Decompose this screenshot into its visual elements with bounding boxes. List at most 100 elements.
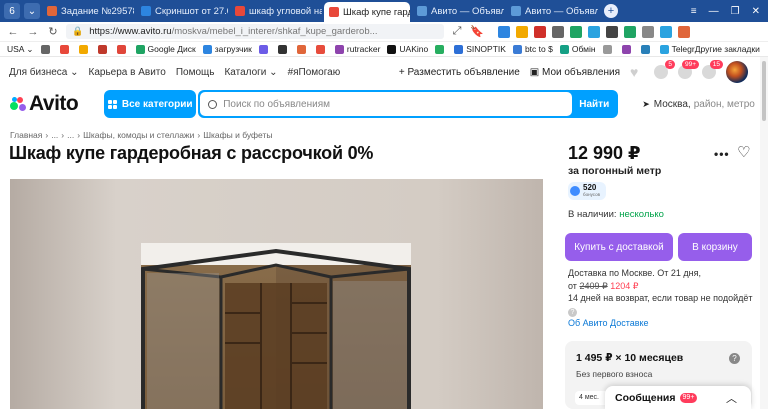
bookmark-item[interactable]: SINOPTIK [454, 44, 506, 54]
messages-panel[interactable]: Сообщения 99+ ︿ [605, 386, 751, 409]
bookmark-item[interactable]: UAKino [387, 44, 428, 54]
extension-icon[interactable] [588, 25, 600, 38]
extension-icon[interactable] [498, 25, 510, 38]
bookmark-item[interactable]: Обмін [559, 44, 596, 54]
url-input[interactable]: 🔒 https://www.avito.ru /moskva/mebel_i_i… [66, 24, 444, 39]
other-bookmarks[interactable]: Другие закладки [695, 44, 760, 54]
tab-active[interactable]: Шкаф купе гардер✕ [324, 2, 410, 22]
tab-favicon-icon [511, 6, 521, 16]
extension-icon[interactable] [552, 25, 564, 38]
bookmark-item[interactable]: Google Диск [135, 44, 196, 54]
extension-icon[interactable] [534, 25, 546, 38]
address-bar-row: ← → ↻ 🔒 https://www.avito.ru /moskva/meb… [0, 22, 768, 42]
post-ad-link[interactable]: + Разместить объявление [399, 67, 520, 78]
bookmark-item[interactable] [435, 44, 447, 54]
nav-business[interactable]: Для бизнеса ⌄ [9, 67, 79, 78]
cart-icon[interactable]: 15 [702, 60, 723, 79]
tab[interactable]: шкаф угловой на зак [230, 2, 322, 20]
bookmark-item[interactable] [59, 44, 72, 54]
browser-tab-bar: 6 ⌄ Задание №2957826 Скриншот от 27.04.2 ш… [0, 0, 768, 22]
maximize-icon[interactable]: ❐ [731, 6, 740, 17]
breadcrumb-item[interactable]: Шкафы и буфеты [203, 130, 272, 140]
add-to-cart-button[interactable]: В корзину [678, 233, 752, 261]
breadcrumb-item[interactable]: ... [67, 130, 74, 140]
location-selector[interactable]: ➤ Москва, район, метро [642, 99, 755, 110]
tab[interactable]: Скриншот от 27.04.2 [136, 2, 228, 20]
bookmark-label: SINOPTIK [466, 44, 506, 54]
breadcrumb-item[interactable]: Шкафы, комоды и стеллажи [83, 130, 194, 140]
more-options-icon[interactable]: ••• [714, 147, 730, 161]
bookmark-item[interactable] [296, 44, 309, 54]
close-window-icon[interactable]: ✕ [752, 6, 760, 17]
scrollbar-thumb[interactable] [762, 61, 766, 121]
bookmark-item[interactable] [116, 44, 129, 54]
location-area: район, метро [693, 98, 755, 110]
all-categories-button[interactable]: Все категории [104, 90, 197, 118]
messages-badge: 99+ [681, 60, 699, 69]
download-icon[interactable] [624, 25, 636, 38]
tab[interactable]: Авито — Объявлени [412, 2, 504, 20]
bookmark-item[interactable] [78, 44, 91, 54]
extension-icon[interactable] [606, 25, 618, 38]
search-input[interactable]: Поиск по объявлениям [200, 92, 573, 116]
avito-logo[interactable]: Avito [10, 92, 79, 116]
new-tab-button[interactable]: + [604, 4, 618, 18]
bookmark-item[interactable]: USA ⌄ [7, 44, 34, 55]
avatar[interactable] [726, 61, 748, 83]
bookmark-item[interactable] [40, 44, 53, 54]
my-ads-link[interactable]: ▣ Мои объявления [530, 67, 620, 78]
breadcrumb-separator: › [197, 130, 201, 140]
search-button[interactable]: Найти [572, 99, 616, 110]
messages-label: Сообщения [615, 391, 676, 404]
listing-photo[interactable] [10, 179, 543, 409]
extension-icon[interactable] [516, 25, 528, 38]
extension-icon[interactable] [570, 25, 582, 38]
chevron-up-icon[interactable]: ︿ [726, 390, 737, 406]
bookmark-item[interactable] [277, 44, 290, 54]
buy-with-delivery-button[interactable]: Купить с доставкой [565, 233, 673, 261]
bookmark-item[interactable]: rutracker [334, 44, 380, 54]
nav-career[interactable]: Карьера в Авито [89, 67, 166, 78]
bookmark-item[interactable] [258, 44, 271, 54]
bookmark-item[interactable]: btc to $ [512, 44, 553, 54]
breadcrumb-item[interactable]: Главная [10, 130, 42, 140]
menu-icon[interactable]: ≡ [691, 6, 697, 17]
tab[interactable]: Задание №2957826 [42, 2, 134, 20]
bookmark-item[interactable]: Telegr [659, 44, 695, 54]
delivery-old-price: 2409 ₽ [579, 280, 608, 291]
stock-label: В наличии: [568, 209, 617, 220]
minimize-icon[interactable]: — [709, 6, 719, 17]
bonus-label: бонусов [583, 192, 600, 197]
bookmark-item[interactable]: загрузчик [202, 44, 252, 54]
reload-icon[interactable]: ↻ [46, 25, 60, 38]
extension-icon[interactable] [660, 25, 672, 38]
help-icon[interactable]: ? [568, 307, 577, 317]
forward-icon[interactable]: → [26, 26, 40, 38]
bonus-badge[interactable]: 520 бонусов [568, 182, 606, 200]
tab[interactable]: Авито — Объявлени [506, 2, 598, 20]
nav-ya-pomogayu[interactable]: #яПомогаю [288, 67, 341, 78]
nav-help[interactable]: Помощь [176, 67, 215, 78]
favorites-heart-icon[interactable]: ♥ [630, 65, 644, 79]
about-delivery-link[interactable]: Об Авито Доставке [568, 317, 758, 330]
reader-icon[interactable]: ⤢ [450, 25, 464, 38]
notifications-bell-icon[interactable]: 5 [654, 60, 675, 79]
bookmark-item[interactable] [621, 44, 634, 54]
favorite-heart-icon[interactable]: ♡ [737, 143, 750, 161]
back-icon[interactable]: ← [6, 26, 20, 38]
messages-icon[interactable]: 99+ [678, 60, 699, 79]
bookmark-item[interactable] [97, 44, 110, 54]
tab-list-chevron-icon[interactable]: ⌄ [24, 3, 40, 19]
tab-favicon-icon [329, 7, 339, 17]
extension-icon[interactable] [678, 25, 690, 38]
page-scrollbar[interactable] [760, 57, 768, 409]
extension-icon[interactable] [642, 25, 654, 38]
installment-help-icon[interactable]: ? [729, 353, 740, 364]
breadcrumb-item[interactable]: ... [51, 130, 58, 140]
nav-catalogs[interactable]: Каталоги ⌄ [224, 67, 277, 78]
bookmark-item[interactable] [640, 44, 653, 54]
bookmark-item[interactable] [315, 44, 328, 54]
tab-counter-button[interactable]: 6 [4, 3, 20, 19]
bookmark-item[interactable] [602, 44, 615, 54]
bookmark-icon[interactable]: 🔖 [470, 25, 484, 38]
